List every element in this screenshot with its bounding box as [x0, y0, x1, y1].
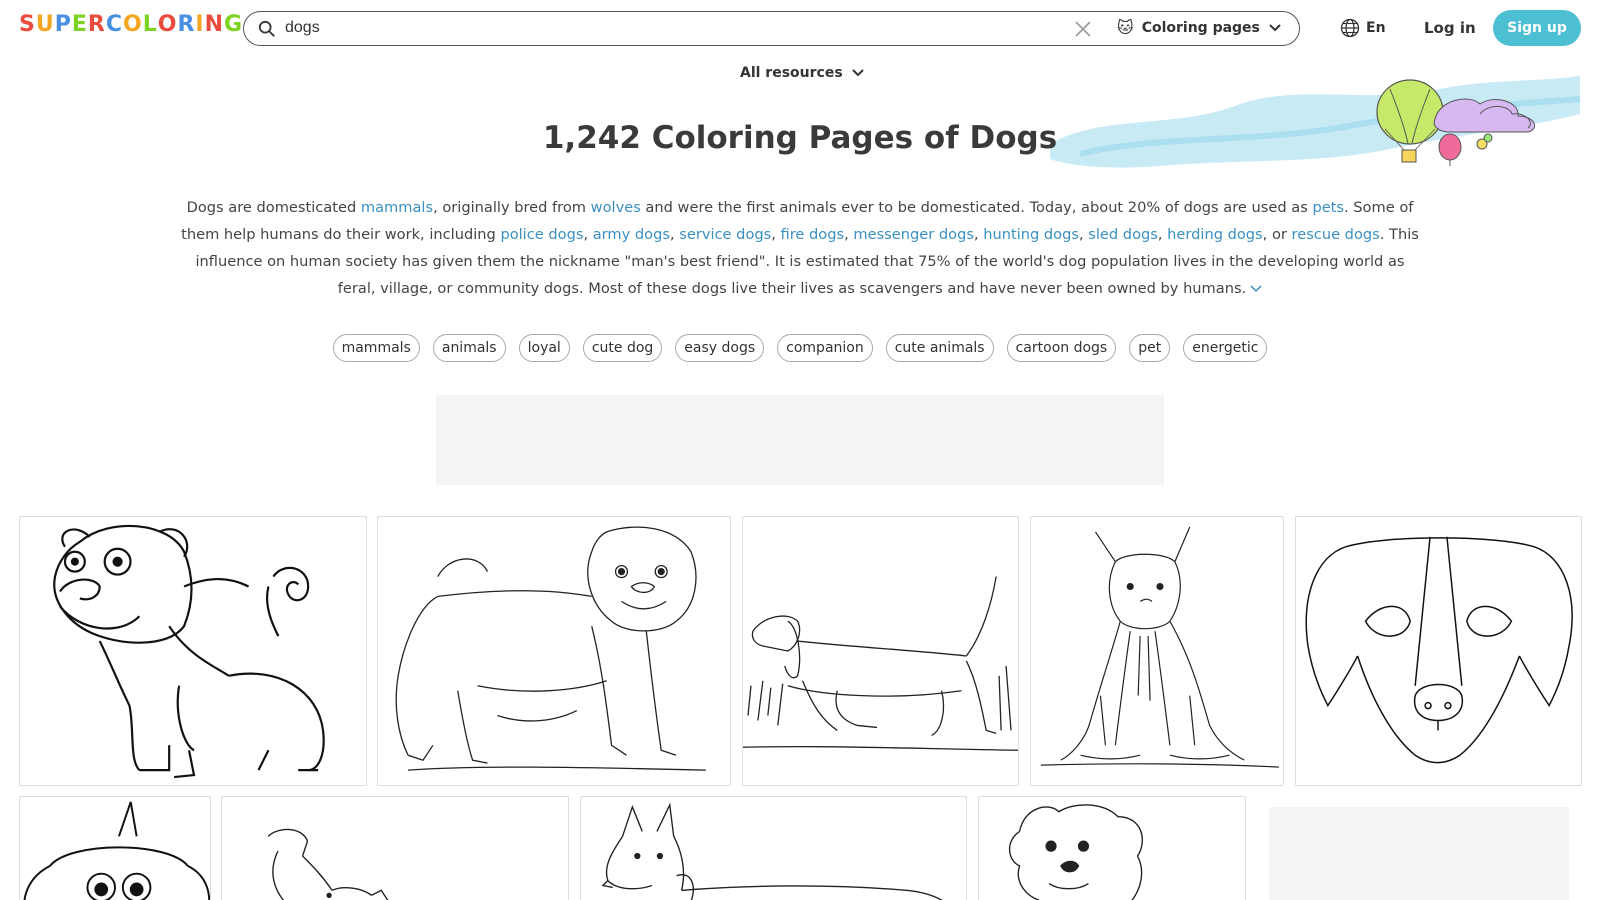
- desc-text: ,: [973, 226, 984, 243]
- desc-text: ,: [1157, 226, 1168, 243]
- category-label: Coloring pages: [1141, 19, 1260, 36]
- logo-letter: O: [123, 12, 143, 37]
- link-wolves[interactable]: wolves: [591, 199, 641, 216]
- link-sled-dogs[interactable]: sled dogs: [1088, 226, 1158, 243]
- tag-chip[interactable]: companion: [777, 334, 873, 362]
- link-army-dogs[interactable]: army dogs: [593, 226, 670, 243]
- globe-icon: [1340, 18, 1360, 38]
- tag-chip[interactable]: animals: [432, 334, 506, 362]
- search-bar[interactable]: dogs 🐱 Coloring pages: [243, 11, 1300, 46]
- logo-letter: U: [35, 12, 55, 37]
- cat-icon: 🐱: [1117, 18, 1134, 37]
- logo-letter: N: [204, 12, 224, 37]
- desc-text: ,: [583, 226, 593, 243]
- tag-chip[interactable]: pet: [1129, 334, 1171, 362]
- coloring-page-card-dachshund[interactable]: [742, 516, 1019, 786]
- desc-text: ,: [1078, 226, 1089, 243]
- clear-search-icon[interactable]: [1073, 19, 1093, 39]
- all-resources-label: All resources: [740, 65, 843, 81]
- ad-placeholder-side: [1269, 807, 1569, 900]
- language-label: En: [1366, 20, 1386, 36]
- signup-button[interactable]: Sign up: [1493, 10, 1581, 46]
- language-selector[interactable]: En: [1340, 18, 1386, 38]
- login-link[interactable]: Log in: [1424, 19, 1476, 37]
- tag-chip[interactable]: easy dogs: [675, 334, 765, 362]
- dog-mask-drawing: [1305, 536, 1573, 764]
- tag-chip[interactable]: loyal: [518, 334, 570, 362]
- chevron-down-icon: [1269, 23, 1281, 31]
- tag-chip[interactable]: mammals: [332, 334, 420, 362]
- dachshund-drawing: [743, 576, 1018, 751]
- link-pets[interactable]: pets: [1312, 199, 1344, 216]
- all-resources-dropdown[interactable]: All resources: [740, 65, 865, 81]
- coloring-page-card-cartoon-dog[interactable]: [19, 796, 211, 900]
- link-herding-dogs[interactable]: herding dogs: [1167, 226, 1263, 243]
- pug-cartoon-drawing: [53, 524, 325, 779]
- tag-chip[interactable]: cartoon dogs: [1006, 334, 1117, 362]
- logo-letter: C: [105, 12, 123, 37]
- page-title: 1,242 Coloring Pages of Dogs: [542, 120, 1058, 156]
- pug-realistic-drawing: [395, 526, 706, 771]
- coloring-page-card-bichon[interactable]: [978, 796, 1246, 900]
- coloring-page-card-pug-cartoon[interactable]: [19, 516, 367, 786]
- coloring-page-card-pug-realistic[interactable]: [377, 516, 731, 786]
- coloring-page-card-pit-bull[interactable]: [221, 796, 569, 900]
- yorkshire-terrier-drawing: [1040, 526, 1280, 768]
- link-messenger-dogs[interactable]: messenger dogs: [853, 226, 974, 243]
- tag-chip[interactable]: energetic: [1183, 334, 1268, 362]
- link-police-dogs[interactable]: police dogs: [500, 226, 583, 243]
- logo-letter: I: [195, 12, 205, 37]
- search-input[interactable]: dogs: [285, 19, 320, 37]
- category-description: Dogs are domesticated mammals, originall…: [180, 194, 1420, 302]
- desc-text: , or: [1262, 226, 1292, 243]
- tag-chip[interactable]: cute animals: [885, 334, 994, 362]
- search-icon: [258, 20, 275, 37]
- desc-text: ,: [844, 226, 854, 243]
- coloring-page-card-dog-mask[interactable]: [1295, 516, 1582, 786]
- link-service-dogs[interactable]: service dogs: [679, 226, 771, 243]
- link-mammals[interactable]: mammals: [361, 199, 433, 216]
- category-dropdown[interactable]: 🐱 Coloring pages: [1117, 18, 1282, 37]
- logo-letter: L: [142, 12, 158, 37]
- logo-letter: E: [71, 12, 88, 37]
- desc-text: Dogs are domesticated: [186, 199, 361, 216]
- tag-chip[interactable]: cute dog: [582, 334, 663, 362]
- logo-letter: G: [224, 12, 244, 37]
- cartoon-dog-drawing: [23, 801, 210, 900]
- tag-list: mammals animals loyal cute dog easy dogs…: [0, 334, 1600, 362]
- logo-letter: R: [177, 12, 196, 37]
- logo-letter: P: [54, 12, 72, 37]
- header: SUPERCOLORING dogs 🐱 Coloring pages En L…: [0, 0, 1600, 56]
- logo-letter: O: [157, 12, 178, 37]
- link-rescue-dogs[interactable]: rescue dogs: [1292, 226, 1380, 243]
- link-hunting-dogs[interactable]: hunting dogs: [983, 226, 1079, 243]
- german-shepherd-drawing: [601, 802, 943, 900]
- bichon-drawing: [1008, 804, 1143, 900]
- ad-placeholder: [436, 395, 1164, 485]
- desc-text: , originally bred from: [433, 199, 591, 216]
- chevron-down-icon: [851, 69, 864, 77]
- coloring-page-card-german-shepherd[interactable]: [580, 796, 967, 900]
- logo-letter: R: [87, 12, 106, 37]
- coloring-page-card-yorkshire-terrier[interactable]: [1030, 516, 1284, 786]
- expand-chevron-icon[interactable]: [1250, 285, 1262, 293]
- pit-bull-drawing: [267, 828, 389, 900]
- desc-text: and were the first animals ever to be do…: [640, 199, 1313, 216]
- link-fire-dogs[interactable]: fire dogs: [781, 226, 845, 243]
- desc-text: ,: [669, 226, 680, 243]
- desc-text: ,: [771, 226, 781, 243]
- site-logo[interactable]: SUPERCOLORING: [19, 12, 243, 37]
- logo-letter: S: [19, 12, 36, 37]
